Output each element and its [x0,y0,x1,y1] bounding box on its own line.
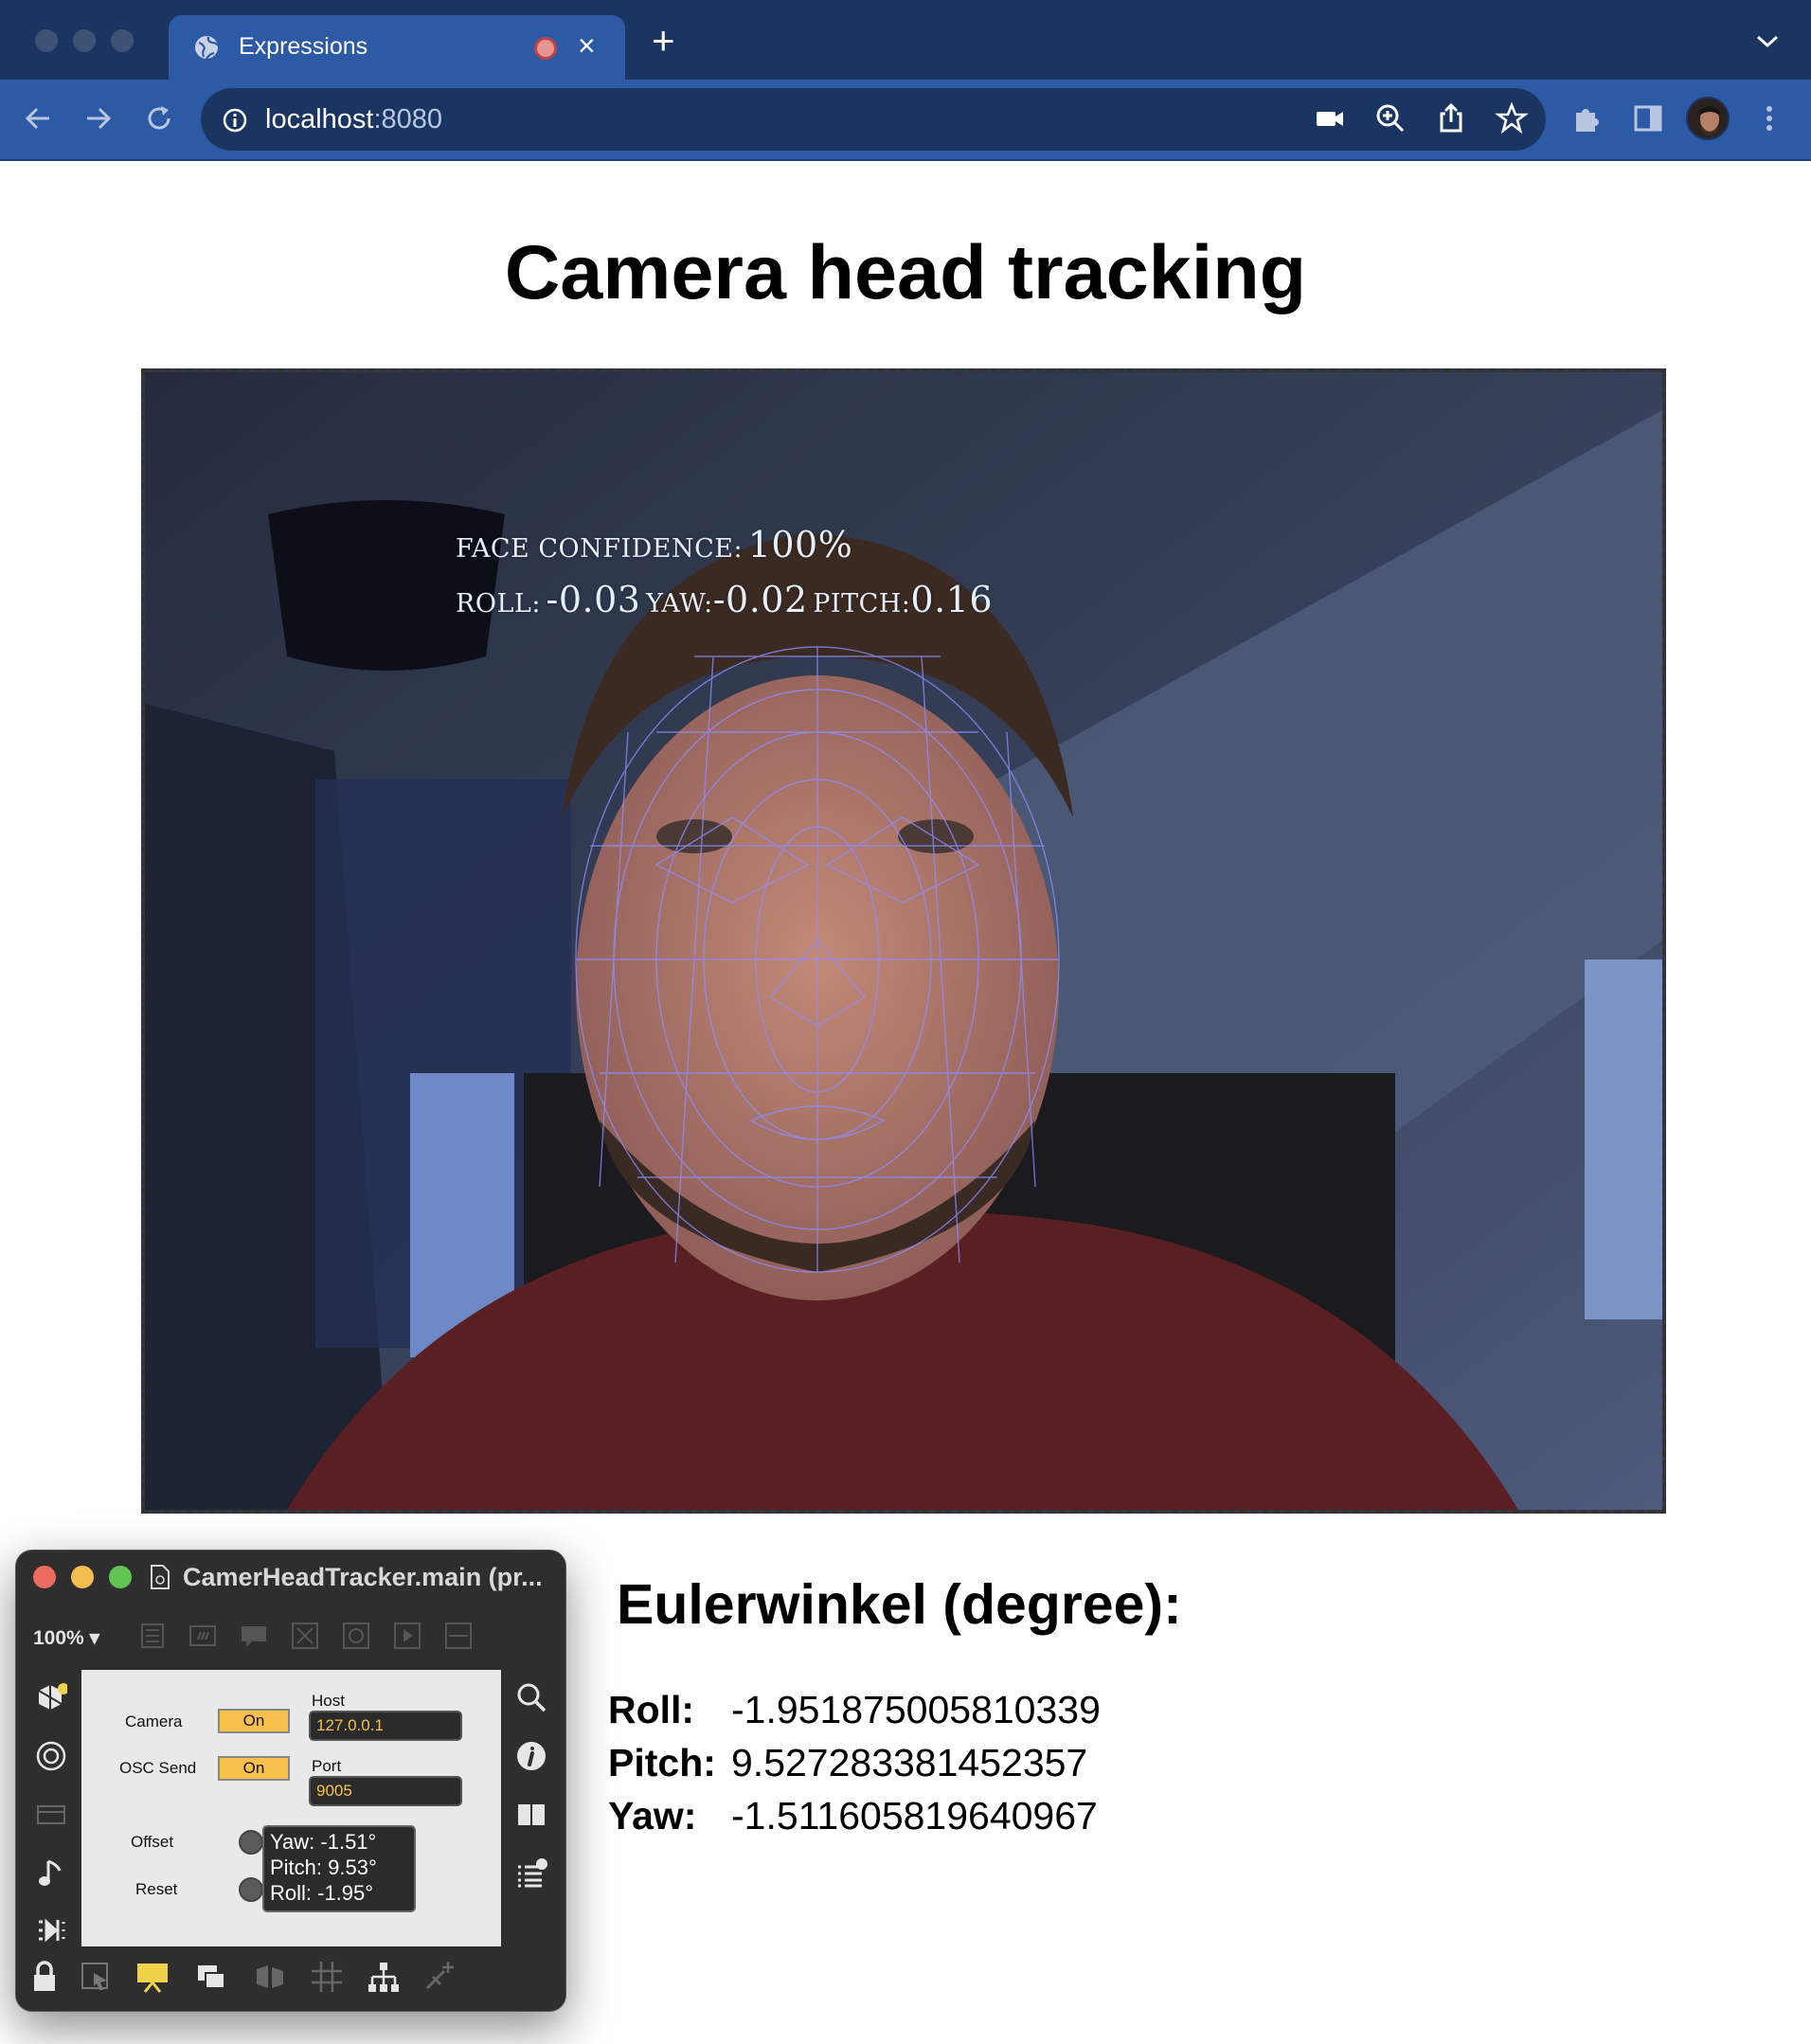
select-icon[interactable] [79,1960,113,1994]
euler-pitch-label: Pitch: [608,1741,716,1784]
readout-pitch: Pitch: 9.53° [270,1856,377,1879]
target-icon[interactable] [35,1740,67,1772]
euler-pitch-value: 9.527283381452357 [731,1741,1088,1784]
reset-button[interactable] [239,1877,263,1902]
confidence-value: 100% [747,524,853,565]
bookmark-star-icon[interactable] [1495,101,1529,135]
inspector-info-icon[interactable] [515,1740,547,1772]
url-host: localhost [265,104,374,134]
overlay-yaw-label: YAW: [646,589,713,619]
hide-objects-icon[interactable] [253,1960,287,1994]
slider-object-icon[interactable] [443,1621,474,1651]
profile-avatar[interactable] [1686,97,1730,140]
hierarchy-icon[interactable] [367,1960,401,1994]
browser-tab[interactable]: Expressions × [169,15,625,80]
port-label: Port [312,1757,342,1775]
step-icon[interactable] [35,1914,67,1946]
zoom-level-dropdown[interactable]: 100% ▾ [33,1626,99,1650]
new-tab-icon[interactable]: + [652,21,675,61]
packages-icon[interactable] [35,1681,67,1713]
url-text: localhost:8080 [265,104,442,135]
pose-overlay: ROLL: -0.03 YAW:-0.02 PITCH:0.16 [456,579,993,620]
host-field[interactable]: 127.0.0.1 [309,1711,462,1741]
euler-row-pitch: Pitch: 9.527283381452357 [608,1741,1087,1785]
button-object-icon[interactable] [341,1621,371,1651]
angle-readout: Yaw: -1.51° Pitch: 9.53° Roll: -1.95° [262,1825,416,1912]
window-close-dot[interactable] [35,29,58,52]
windows-icon[interactable] [194,1960,228,1994]
toggle-object-icon[interactable] [290,1621,320,1651]
port-field[interactable]: 9005 [309,1776,462,1806]
overlay-pitch-value: 0.16 [910,579,994,620]
window-minimize-dot[interactable] [73,29,96,52]
camera-label: Camera [125,1712,183,1730]
readout-yaw: Yaw: -1.51° [270,1830,377,1854]
document-icon [151,1565,170,1589]
camera-video-feed: FACE CONFIDENCE: 100% ROLL: -0.03 YAW:-0… [141,368,1666,1514]
back-icon[interactable] [21,101,55,135]
max-zoom-dot[interactable] [109,1566,132,1588]
tab-title: Expressions [239,33,368,60]
presentation-icon[interactable] [35,1799,67,1831]
page-title: Camera head tracking [504,230,1307,315]
euler-roll-label: Roll: [608,1688,695,1731]
grid-icon[interactable] [310,1960,344,1994]
lock-icon[interactable] [27,1960,62,1994]
osc-send-toggle[interactable]: On [218,1756,290,1781]
zoom-icon[interactable] [1373,101,1408,135]
search-icon[interactable] [515,1681,547,1713]
camera-icon[interactable] [1313,101,1347,135]
offset-label: Offset [131,1833,174,1851]
max-window-title: CamerHeadTracker.main (pr... [183,1563,543,1591]
face-confidence-overlay: FACE CONFIDENCE: 100% [456,524,852,565]
extensions-icon[interactable] [1570,101,1605,135]
media-object-icon[interactable] [392,1621,422,1651]
recording-icon [534,37,557,60]
reference-book-icon[interactable] [515,1799,547,1831]
host-label: Host [312,1692,345,1710]
message-box-icon[interactable] [188,1621,218,1651]
overlay-roll-label: ROLL: [456,589,541,619]
confidence-label: FACE CONFIDENCE: [456,534,744,564]
osc-send-label: OSC Send [119,1759,197,1777]
comment-icon[interactable] [239,1621,269,1651]
close-icon[interactable]: × [578,28,596,63]
window-zoom-dot[interactable] [111,29,134,52]
camera-frame-image [145,372,1662,1510]
offset-button[interactable] [239,1830,263,1855]
euler-yaw-value: -1.511605819640967 [731,1794,1098,1838]
reload-icon[interactable] [142,101,176,135]
reset-label: Reset [135,1880,178,1898]
music-note-icon[interactable] [35,1857,67,1890]
presentation-mode-icon[interactable] [135,1960,170,1994]
euler-row-yaw: Yaw: -1.511605819640967 [608,1794,1098,1838]
euler-row-roll: Roll: -1.951875005810339 [608,1688,1101,1732]
tab-list-icon[interactable] [1754,32,1781,51]
globe-icon [195,36,219,60]
max-minimize-dot[interactable] [71,1566,94,1588]
max-close-dot[interactable] [33,1566,56,1588]
overlay-roll-value: -0.03 [546,579,641,620]
forward-icon[interactable] [81,101,116,135]
site-info-icon[interactable] [222,107,248,134]
overlay-yaw-value: -0.02 [712,579,808,620]
url-port: :8080 [373,104,443,134]
euler-heading: Eulerwinkel (degree): [617,1573,1182,1636]
new-object-icon[interactable] [136,1621,167,1651]
overlay-pitch-label: PITCH: [813,589,911,619]
max-patcher-window[interactable]: CamerHeadTracker.main (pr... 100% ▾ Came… [15,1550,566,2012]
euler-roll-value: -1.951875005810339 [731,1688,1101,1731]
side-panel-icon[interactable] [1631,101,1665,135]
readout-roll: Roll: -1.95° [270,1881,374,1905]
add-connection-icon[interactable] [423,1960,457,1994]
list-settings-icon[interactable] [515,1857,547,1890]
share-icon[interactable] [1434,101,1468,135]
menu-icon[interactable] [1752,101,1786,135]
camera-toggle[interactable]: On [218,1709,290,1733]
euler-yaw-label: Yaw: [608,1794,697,1838]
zoom-level-value: 100% [33,1627,84,1649]
